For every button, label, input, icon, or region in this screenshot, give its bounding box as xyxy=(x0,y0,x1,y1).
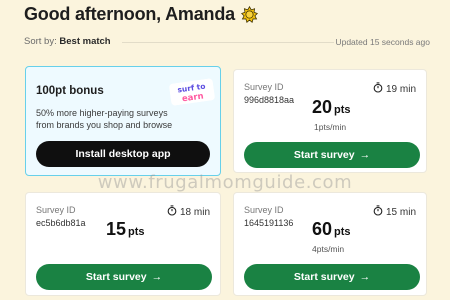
survey-id-value: ec5b6db81a xyxy=(36,218,86,228)
survey-card: Survey ID 1645191136 15 min 60 pts 4pts/m… xyxy=(233,192,427,296)
sort-label: Sort by: xyxy=(24,36,57,47)
start-survey-button[interactable]: Start survey → xyxy=(36,264,212,290)
survey-duration-text: 19 min xyxy=(385,83,416,95)
start-survey-button[interactable]: Start survey → xyxy=(244,142,420,168)
sort-control[interactable]: Sort by: Best match xyxy=(24,36,111,47)
survey-id-label: Survey ID xyxy=(36,205,76,215)
survey-points: 60 pts xyxy=(312,219,351,240)
stopwatch-icon xyxy=(167,205,177,219)
arrow-right-icon: → xyxy=(359,271,371,283)
survey-id-label: Survey ID xyxy=(244,82,284,92)
bonus-description: 50% more higher-paying surveys from bran… xyxy=(36,108,173,130)
points-unit: pts xyxy=(334,104,351,116)
sun-icon xyxy=(240,5,258,24)
points-rate: 1pts/min xyxy=(314,122,347,132)
points-unit: pts xyxy=(128,226,145,238)
greeting-heading: Good afternoon, Amanda xyxy=(24,4,258,25)
survey-card: Survey ID 996d8818aa 19 min 20 pts 1pts/m… xyxy=(233,69,427,173)
points-value: 20 xyxy=(312,97,333,117)
survey-id-value: 996d8818aa xyxy=(244,95,295,105)
points-rate: 4pts/min xyxy=(312,244,345,254)
stopwatch-icon xyxy=(373,205,383,219)
survey-duration: 15 min xyxy=(373,205,416,219)
points-value: 15 xyxy=(106,219,127,239)
points-value: 60 xyxy=(312,219,333,239)
svg-text:earn: earn xyxy=(181,91,204,104)
watermark: www.frugalmomguide.com xyxy=(97,172,353,193)
survey-card: Survey ID ec5b6db81a 18 min 15 pts Start … xyxy=(25,192,221,296)
stopwatch-icon xyxy=(373,82,383,96)
greeting-text: Good afternoon, Amanda xyxy=(24,4,235,24)
survey-duration: 18 min xyxy=(167,205,210,219)
start-survey-button[interactable]: Start survey → xyxy=(244,264,420,290)
arrow-right-icon: → xyxy=(359,149,371,161)
bonus-title: 100pt bonus xyxy=(36,85,104,97)
survey-points: 20 pts xyxy=(312,97,351,118)
surf-to-earn-logo: surf to earn xyxy=(169,78,216,106)
survey-duration-text: 18 min xyxy=(179,206,210,218)
survey-id-label: Survey ID xyxy=(244,205,284,215)
arrow-right-icon: → xyxy=(151,271,163,283)
survey-points: 15 pts xyxy=(106,219,145,240)
sort-value[interactable]: Best match xyxy=(59,36,110,47)
bonus-card: 100pt bonus 50% more higher-paying surve… xyxy=(25,66,221,176)
start-survey-label: Start survey xyxy=(293,271,355,283)
start-survey-label: Start survey xyxy=(293,149,355,161)
survey-duration-text: 15 min xyxy=(385,206,416,218)
start-survey-label: Start survey xyxy=(85,271,147,283)
updated-timestamp: Updated 15 seconds ago xyxy=(335,37,430,47)
points-unit: pts xyxy=(334,226,351,238)
survey-id-value: 1645191136 xyxy=(244,218,294,228)
install-desktop-app-button[interactable]: Install desktop app xyxy=(36,141,210,167)
header-divider xyxy=(122,42,334,43)
survey-duration: 19 min xyxy=(373,82,416,96)
